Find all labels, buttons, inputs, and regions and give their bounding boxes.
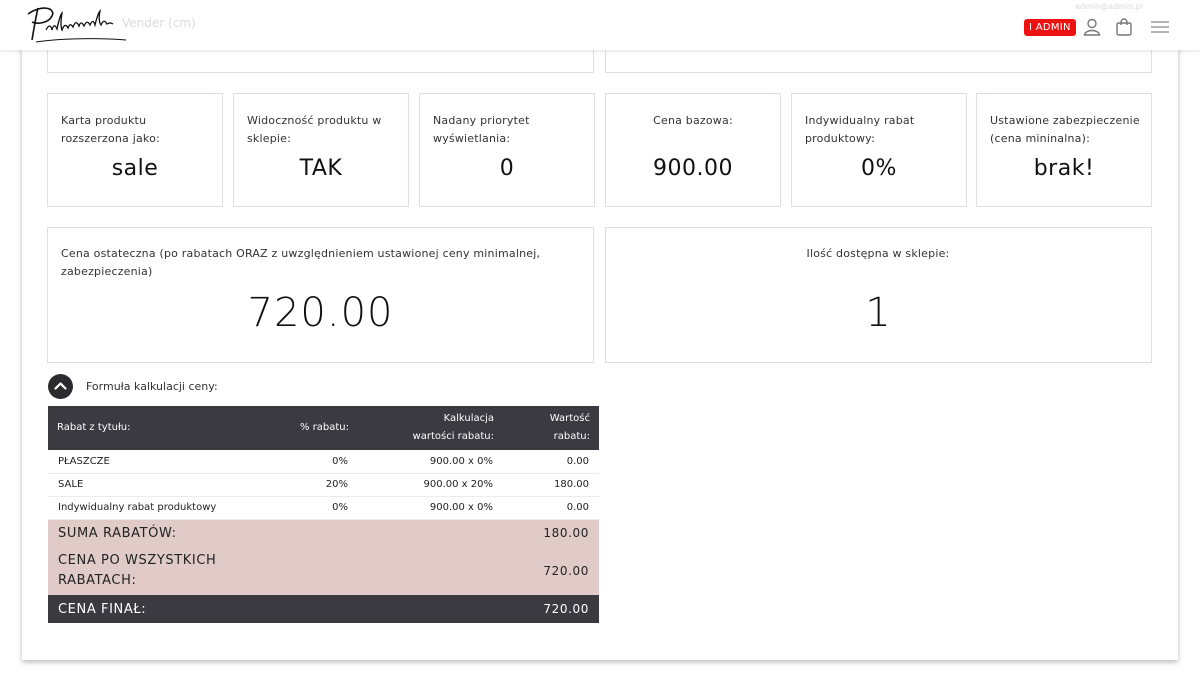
shopping-bag-icon[interactable] (1114, 17, 1134, 37)
discount-calculation: 900.00 x 0% (358, 450, 503, 474)
brand-logo[interactable] (22, 2, 132, 48)
stat-value: brak! (1033, 156, 1095, 181)
table-row: Indywidualny rabat produktowy 0% 900.00 … (48, 496, 599, 520)
discount-value: 180.00 (503, 473, 599, 497)
stat-product-card-type: Karta produktu rozszerzona jako: sale (47, 93, 223, 207)
stat-label: Widoczność produktu w sklepie: (247, 114, 382, 145)
final-price-row: CENA FINAŁ: 720.00 (48, 595, 599, 623)
stat-value: TAK (299, 156, 343, 181)
column-header: % rabatu: (263, 406, 358, 450)
discount-sum-row: SUMA RABATÓW: 180.00 (48, 519, 599, 547)
collapse-formula-button[interactable] (48, 374, 73, 399)
discount-percent: 0% (263, 450, 358, 474)
chevron-up-icon (54, 382, 67, 390)
stat-display-priority: Nadany priorytet wyświetlania: 0 (419, 93, 595, 207)
discount-sum-label: SUMA RABATÓW: (48, 519, 503, 547)
stat-individual-discount: Indywidualny rabat produktowy: 0% (791, 93, 967, 207)
stat-minimum-price-guard: Ustawione zabezpieczenie (cena mininalna… (976, 93, 1152, 207)
stat-product-visibility: Widoczność produktu w sklepie: TAK (233, 93, 409, 207)
stat-value: 0% (861, 156, 897, 181)
table-row: PŁASZCZE 0% 900.00 x 0% 0.00 (48, 450, 599, 474)
table-row: SALE 20% 900.00 x 20% 180.00 (48, 473, 599, 497)
hamburger-menu-icon[interactable] (1150, 17, 1170, 37)
discount-calculation: 900.00 x 20% (358, 473, 503, 497)
table-header-row: Rabat z tytułu: % rabatu: Kalkulacja war… (48, 406, 599, 450)
faded-account-email: admin@admin.pl (1075, 2, 1143, 11)
user-icon[interactable] (1082, 17, 1102, 37)
stock-label: Ilość dostępna w sklepie: (806, 247, 950, 260)
column-header: Rabat z tytułu: (48, 406, 263, 450)
stat-base-price: Cena bazowa: 900.00 (605, 93, 781, 207)
discount-sum-value: 180.00 (503, 519, 599, 547)
discount-name: PŁASZCZE (48, 450, 263, 474)
column-header: Kalkulacja wartości rabatu: (358, 406, 503, 450)
stat-label: Nadany priorytet wyświetlania: (433, 114, 530, 145)
final-price-row-value: 720.00 (503, 595, 599, 623)
stat-label: Cena bazowa: (653, 114, 733, 127)
stat-label: Karta produktu rozszerzona jako: (61, 114, 160, 145)
stock-value: 1 (865, 290, 892, 336)
discount-calculation: 900.00 x 0% (358, 496, 503, 520)
price-after-discounts-text: CENA PO WSZYSTKICH RABATACH: (58, 553, 217, 588)
stat-label: Indywidualny rabat produktowy: (805, 114, 915, 145)
final-price-row-label: CENA FINAŁ: (48, 595, 503, 623)
price-after-discounts-label: CENA PO WSZYSTKICH RABATACH: (48, 547, 358, 595)
admin-badge[interactable]: I ADMIN (1024, 19, 1076, 36)
final-price-value: 720.00 (247, 290, 394, 336)
discount-name: SALE (48, 473, 263, 497)
discount-value: 0.00 (503, 496, 599, 520)
faded-field-label: Vender (cm) (122, 16, 196, 30)
price-after-discounts-value: 720.00 (503, 547, 599, 595)
discount-percent: 20% (263, 473, 358, 497)
stat-value: 900.00 (653, 156, 733, 181)
formula-label[interactable]: Formuła kalkulacji ceny: (86, 380, 218, 393)
discount-name: Indywidualny rabat produktowy (48, 496, 263, 520)
final-price-box: Cena ostateczna (po rabatach ORAZ z uwzg… (47, 227, 594, 363)
discount-percent: 0% (263, 496, 358, 520)
stat-value: sale (111, 156, 159, 181)
stat-label: Ustawione zabezpieczenie (cena mininalna… (990, 114, 1140, 145)
price-after-discounts-row: CENA PO WSZYSTKICH RABATACH: 720.00 (48, 547, 599, 595)
discount-calculation-table: Rabat z tytułu: % rabatu: Kalkulacja war… (48, 406, 599, 623)
stat-value: 0 (499, 156, 515, 181)
discount-value: 0.00 (503, 450, 599, 474)
column-header: Wartość rabatu: (503, 406, 599, 450)
stock-box: Ilość dostępna w sklepie: 1 (605, 227, 1152, 363)
final-price-label: Cena ostateczna (po rabatach ORAZ z uwzg… (61, 247, 541, 278)
site-header: Vender (cm) admin@admin.pl I ADMIN (0, 0, 1200, 50)
